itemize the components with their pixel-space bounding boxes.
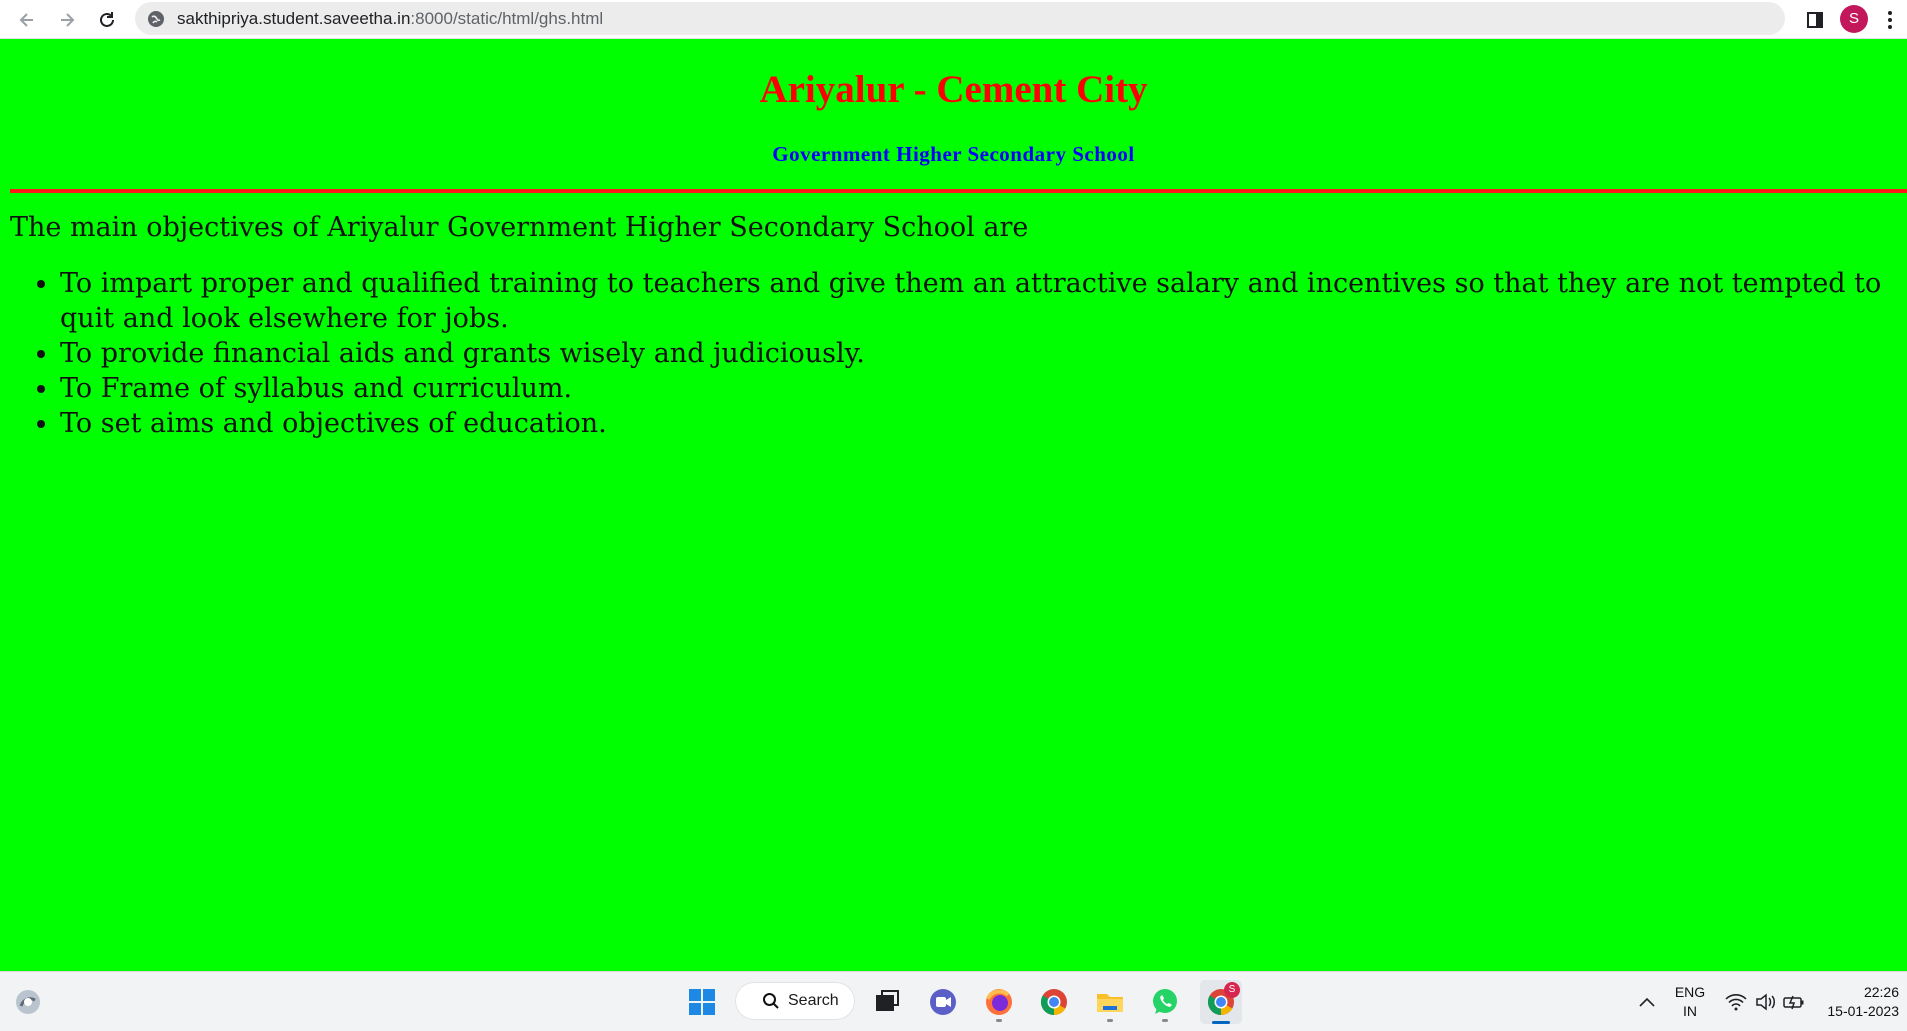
side-panel-icon	[1807, 12, 1823, 28]
forward-button[interactable]	[51, 4, 83, 36]
arrow-right-icon	[61, 13, 75, 27]
objectives-list: To impart proper and qualified training …	[10, 266, 1907, 441]
quick-settings-button[interactable]	[1722, 980, 1808, 1024]
reload-button[interactable]	[91, 4, 123, 36]
language-code: ENG	[1674, 984, 1706, 1000]
file-explorer-button[interactable]	[1090, 980, 1130, 1024]
clock[interactable]: 22:26 15-01-2023	[1815, 983, 1899, 1021]
chrome-button[interactable]	[1034, 980, 1074, 1024]
battery-icon	[1783, 995, 1804, 1010]
browser-toolbar: sakthipriya.student.saveetha.in:8000/sta…	[0, 0, 1907, 39]
more-vert-icon	[1888, 11, 1892, 29]
weather-icon	[16, 990, 40, 1014]
reload-icon	[100, 12, 114, 27]
taskbar-search[interactable]: Search	[735, 982, 855, 1020]
clock-time: 22:26	[1863, 984, 1899, 1000]
profile-badge: S	[1224, 982, 1240, 998]
language-indicator[interactable]: ENG IN	[1668, 983, 1712, 1021]
url-path: :8000/static/html/ghs.html	[410, 9, 604, 28]
chevron-up-icon	[1639, 997, 1655, 1007]
url-host: sakthipriya.student.saveetha.in	[177, 9, 411, 28]
start-button[interactable]	[682, 980, 722, 1024]
browser-menu-button[interactable]	[1878, 5, 1902, 35]
running-indicator	[996, 1019, 1002, 1022]
back-button[interactable]	[11, 4, 43, 36]
list-item: To impart proper and qualified training …	[60, 266, 1907, 336]
side-panel-button[interactable]	[1800, 5, 1830, 35]
address-bar[interactable]: sakthipriya.student.saveetha.in:8000/sta…	[135, 2, 1785, 35]
page-subtitle: Government Higher Secondary School	[772, 142, 1135, 166]
task-view-button[interactable]	[867, 980, 907, 1024]
active-indicator	[1212, 1021, 1230, 1024]
url-text[interactable]: sakthipriya.student.saveetha.in:8000/sta…	[177, 2, 603, 35]
weather-widget[interactable]	[10, 980, 46, 1024]
firefox-icon	[986, 989, 1012, 1015]
clock-date: 15-01-2023	[1827, 1003, 1899, 1019]
whatsapp-button[interactable]	[1145, 980, 1185, 1024]
whatsapp-icon	[1153, 989, 1177, 1014]
file-explorer-icon	[1097, 994, 1123, 1012]
search-icon	[763, 993, 779, 1009]
horizontal-rule	[10, 189, 1907, 193]
start-icon	[689, 989, 715, 1015]
language-region: IN	[1683, 1003, 1697, 1019]
teams-chat-icon	[930, 989, 956, 1015]
list-item: To Frame of syllabus and curriculum.	[60, 371, 1907, 406]
chrome-profile-button[interactable]: S	[1200, 980, 1242, 1024]
task-view-icon	[876, 990, 899, 1011]
running-indicator	[1107, 1019, 1113, 1022]
firefox-button[interactable]	[979, 980, 1019, 1024]
web-page: Ariyalur - Cement City Government Higher…	[0, 39, 1907, 971]
taskbar: Search S ENG IN 22:26 15-01-2023	[0, 971, 1907, 1031]
chrome-icon	[1040, 989, 1067, 1016]
page-title: Ariyalur - Cement City	[759, 68, 1148, 111]
search-label: Search	[788, 992, 839, 1009]
site-info-icon[interactable]	[147, 10, 165, 28]
profile-avatar[interactable]: S	[1840, 5, 1868, 33]
wifi-icon	[1725, 994, 1747, 1011]
intro-text: The main objectives of Ariyalur Governme…	[10, 212, 1029, 243]
arrow-left-icon	[19, 13, 33, 27]
list-item: To set aims and objectives of education.	[60, 406, 1907, 441]
show-hidden-icons-button[interactable]	[1636, 980, 1658, 1024]
volume-icon	[1756, 993, 1775, 1011]
list-item: To provide financial aids and grants wis…	[60, 336, 1907, 371]
teams-chat-button[interactable]	[923, 980, 963, 1024]
running-indicator	[1162, 1019, 1168, 1022]
